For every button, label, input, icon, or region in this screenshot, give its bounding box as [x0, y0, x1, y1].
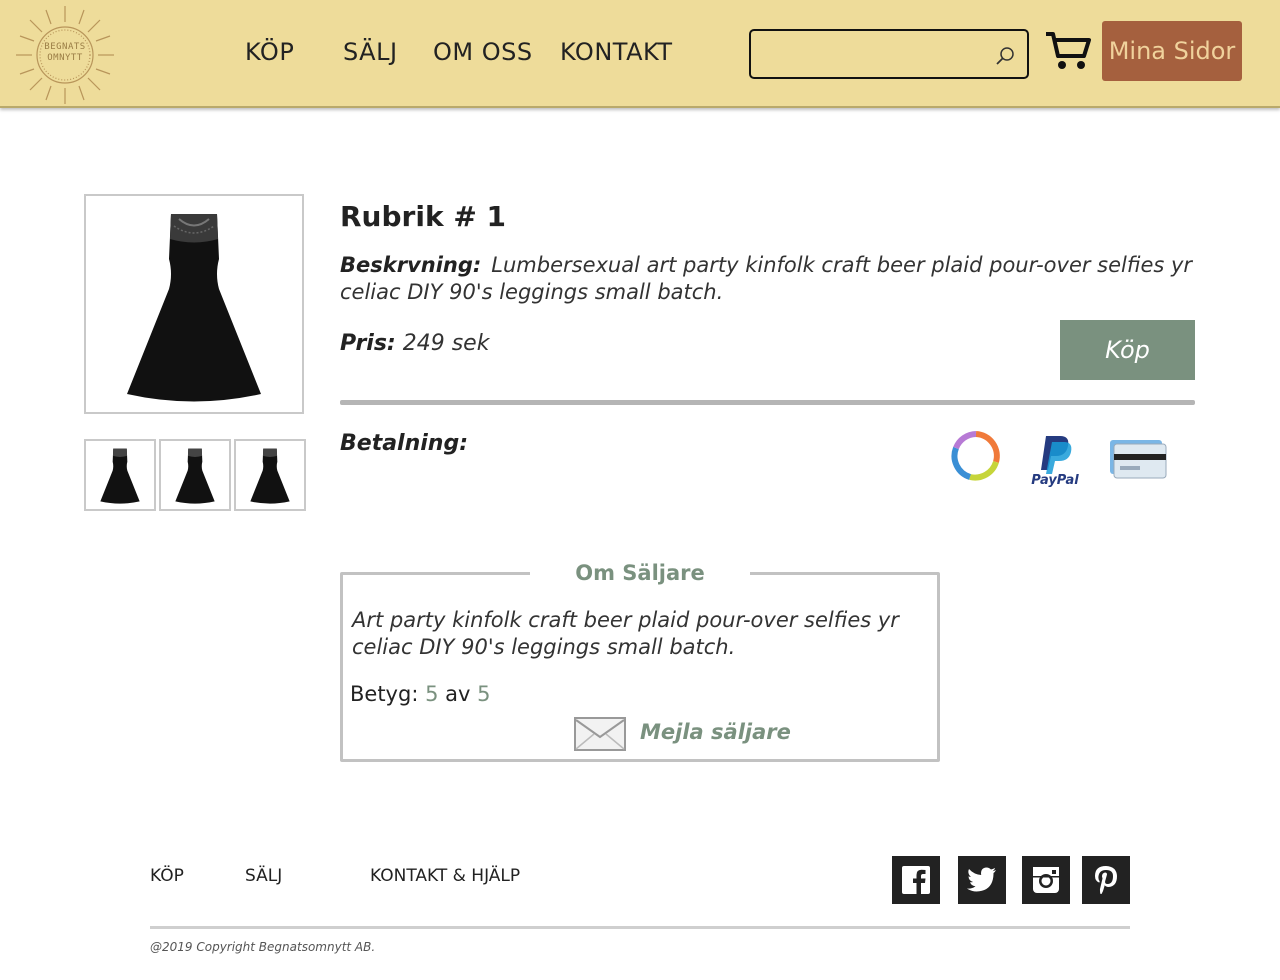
- search-box: [749, 29, 1029, 79]
- copyright-text: @2019 Copyright Begnatsomnytt AB.: [150, 940, 376, 954]
- dress-icon: [250, 448, 290, 504]
- nav-buy[interactable]: KÖP: [245, 38, 294, 66]
- site-header: BEGNATS OMNYTT KÖP SÄLJ OM OSS KONTAKT M…: [0, 0, 1280, 108]
- divider: [340, 400, 1195, 405]
- twitter-icon: [967, 867, 996, 892]
- paypal-icon: PayPal: [1031, 436, 1079, 488]
- seller-rating: Betyg: 5 av 5: [350, 682, 491, 706]
- swish-icon: [951, 431, 1000, 481]
- footer-divider: [150, 926, 1130, 929]
- pinterest-icon: [1095, 866, 1117, 894]
- footer-link-sell[interactable]: SÄLJ: [245, 866, 282, 886]
- my-pages-button[interactable]: Mina Sidor: [1102, 21, 1242, 81]
- instagram-button[interactable]: [1022, 856, 1070, 904]
- rating-label: Betyg:: [350, 682, 419, 706]
- envelope-icon[interactable]: [574, 717, 626, 751]
- search-input[interactable]: [759, 39, 983, 71]
- buy-button[interactable]: Köp: [1060, 320, 1195, 380]
- paypal-text: PayPal: [1031, 473, 1079, 488]
- payment-label: Betalning:: [340, 431, 469, 456]
- product-price: Pris: 249 sek: [340, 331, 489, 356]
- product-description: Beskrvning: Lumbersexual art party kinfol…: [340, 252, 1210, 306]
- nav-sell[interactable]: SÄLJ: [343, 38, 398, 66]
- logo[interactable]: BEGNATS OMNYTT: [14, 4, 116, 106]
- footer-link-contact-help[interactable]: KONTAKT & HJÄLP: [370, 866, 520, 886]
- twitter-button[interactable]: [958, 856, 1006, 904]
- product-thumbnail-1[interactable]: [84, 439, 156, 511]
- credit-card-icon: [1110, 440, 1167, 479]
- logo-text-line-1: BEGNATS: [44, 42, 86, 52]
- search-icon[interactable]: [995, 45, 1017, 67]
- rating-value: 5: [425, 682, 439, 706]
- rating-of: av: [445, 682, 471, 706]
- product-thumbnail-3[interactable]: [234, 439, 306, 511]
- nav-contact[interactable]: KONTAKT: [560, 38, 673, 66]
- facebook-button[interactable]: [892, 856, 940, 904]
- dress-icon: [127, 214, 261, 402]
- description-label: Beskrvning:: [340, 253, 482, 277]
- instagram-icon: [1033, 867, 1059, 893]
- seller-description: Art party kinfolk craft beer plaid pour-…: [352, 608, 899, 659]
- dress-icon: [175, 448, 215, 504]
- price-value: 249 sek: [402, 331, 490, 356]
- logo-text-line-2: OMNYTT: [47, 53, 83, 63]
- nav-about[interactable]: OM OSS: [433, 38, 533, 66]
- dress-icon: [100, 448, 140, 504]
- logo-text: BEGNATS OMNYTT: [14, 42, 116, 64]
- shopping-cart-icon[interactable]: [1044, 30, 1092, 72]
- product-thumbnail-2[interactable]: [159, 439, 231, 511]
- product-title: Rubrik # 1: [340, 200, 507, 233]
- facebook-icon: [902, 866, 930, 894]
- mail-seller-link[interactable]: Mejla säljare: [640, 720, 791, 744]
- price-label: Pris:: [340, 331, 396, 356]
- seller-heading: Om Säljare: [530, 558, 750, 588]
- rating-max: 5: [477, 682, 491, 706]
- product-main-image[interactable]: [84, 194, 304, 414]
- footer-link-buy[interactable]: KÖP: [150, 866, 184, 886]
- pinterest-button[interactable]: [1082, 856, 1130, 904]
